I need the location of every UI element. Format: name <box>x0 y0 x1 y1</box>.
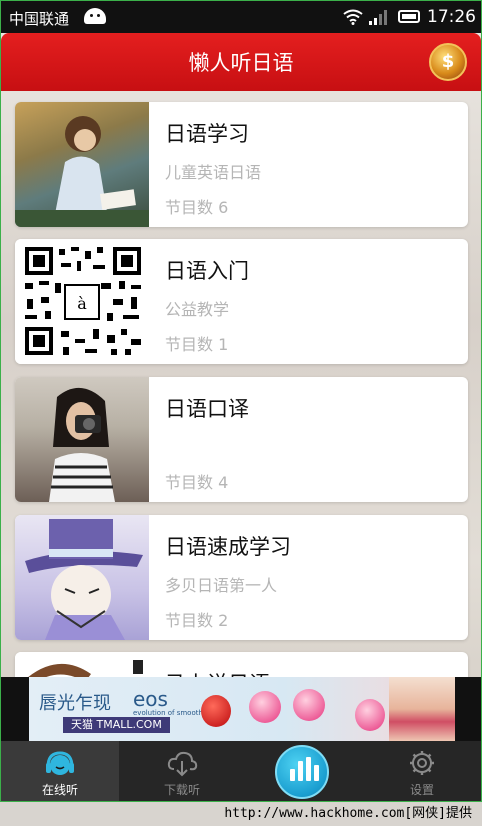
clock: 17:26 <box>427 7 476 27</box>
program-card[interactable]: 日语学习 儿童英语日语 节目数 6 <box>15 102 468 227</box>
tab-online[interactable]: 在线听 <box>1 741 119 801</box>
program-card[interactable]: 日语口译 节目数 4 <box>15 377 468 502</box>
program-card[interactable]: 马上说日语 <box>15 652 468 677</box>
lip-balm-image <box>355 699 385 731</box>
program-title: 日语入门 <box>165 259 249 283</box>
lip-balm-image <box>293 689 325 721</box>
program-count: 节目数 4 <box>165 473 229 492</box>
now-playing-button[interactable] <box>275 745 329 799</box>
wifi-icon <box>343 9 363 25</box>
program-title: 日语学习 <box>165 122 249 146</box>
carrier-name: 中国联通 <box>9 10 70 28</box>
app-frame: 中国联通 17:26 懒人听日语 $ 日语学习 儿童英语日语 节目数 6 à 日… <box>0 0 482 802</box>
program-subtitle: 多贝日语第一人 <box>165 576 278 595</box>
tab-online-label: 在线听 <box>41 783 78 797</box>
program-thumbnail <box>15 652 149 677</box>
bottom-nav: 在线听 下载听 设置 <box>1 741 481 801</box>
program-title: 日语速成学习 <box>165 535 291 559</box>
android-icon <box>84 8 106 24</box>
equalizer-bar <box>298 761 303 781</box>
tab-download[interactable]: 下载听 <box>123 741 241 801</box>
ad-brand: eos <box>133 687 168 711</box>
tab-settings[interactable]: 设置 <box>363 741 481 801</box>
signal-icon <box>369 10 387 25</box>
program-subtitle: 公益教学 <box>165 300 230 319</box>
qr-code-image: à <box>15 239 149 364</box>
equalizer-bar <box>314 765 319 781</box>
tab-download-label: 下载听 <box>163 783 200 797</box>
battery-icon <box>398 10 420 23</box>
headphones-icon <box>46 751 74 775</box>
program-thumbnail <box>15 515 149 640</box>
title-bar: 懒人听日语 $ <box>1 33 481 91</box>
program-thumbnail <box>15 377 149 502</box>
program-card[interactable]: 日语速成学习 多贝日语第一人 节目数 2 <box>15 515 468 640</box>
program-subtitle: 儿童英语日语 <box>165 163 262 182</box>
program-list[interactable]: 日语学习 儿童英语日语 节目数 6 à 日语入门 公益教学 节目数 1 日语口译… <box>1 91 481 677</box>
app-title: 懒人听日语 <box>188 51 294 75</box>
model-lips-image <box>389 677 455 741</box>
ad-brand-tagline: evolution of smooth <box>133 709 203 717</box>
lip-balm-image <box>249 691 281 723</box>
program-count: 节目数 1 <box>165 335 229 354</box>
svg-text:à: à <box>77 294 87 313</box>
gear-icon <box>410 751 434 775</box>
program-count: 节目数 6 <box>165 198 229 217</box>
ad-store-badge: 天猫 TMALL.COM <box>63 717 170 733</box>
program-title: 日语口译 <box>165 397 249 421</box>
program-card[interactable]: à 日语入门 公益教学 节目数 1 <box>15 239 468 364</box>
program-thumbnail <box>15 102 149 227</box>
tab-settings-label: 设置 <box>409 783 434 797</box>
equalizer-bar <box>306 757 311 781</box>
cloud-download-icon <box>167 751 198 777</box>
status-bar: 中国联通 17:26 <box>1 1 481 33</box>
equalizer-bar <box>290 769 295 781</box>
ad-headline: 唇光乍现 <box>39 693 111 714</box>
strawberry-image <box>201 695 231 727</box>
coin-icon[interactable]: $ <box>429 43 467 81</box>
ad-banner[interactable]: 唇光乍现 eos evolution of smooth 天猫 TMALL.CO… <box>1 677 481 741</box>
ad-content[interactable]: 唇光乍现 eos evolution of smooth 天猫 TMALL.CO… <box>29 677 455 741</box>
program-count: 节目数 2 <box>165 611 229 630</box>
program-title: 马上说日语 <box>165 668 270 677</box>
watermark-text: http://www.hackhome.com[网侠]提供 <box>224 806 472 821</box>
